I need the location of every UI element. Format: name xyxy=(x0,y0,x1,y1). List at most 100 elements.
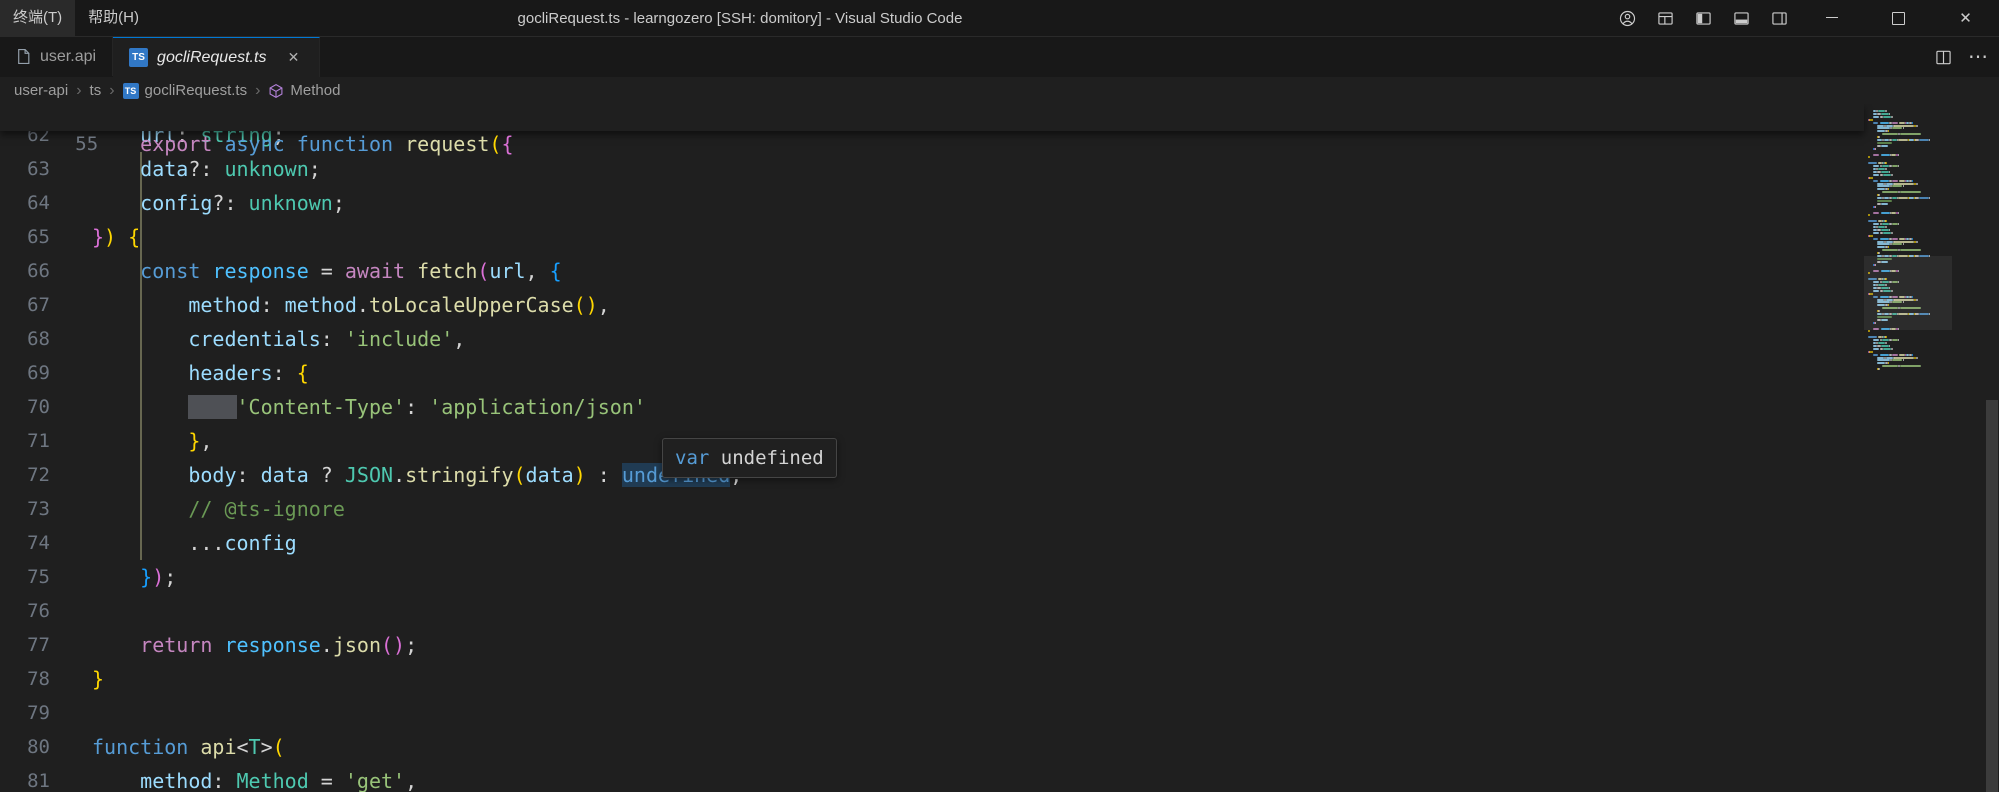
code-token xyxy=(92,395,188,419)
minimap-line xyxy=(1899,180,1905,182)
minimap-line xyxy=(1903,185,1905,187)
line-number[interactable]: 76 xyxy=(0,594,50,628)
minimize-button[interactable] xyxy=(1798,0,1865,36)
code-token: api xyxy=(200,735,236,759)
line-number[interactable]: 78 xyxy=(0,662,50,696)
code-line-81[interactable]: 81 method: Method = 'get', xyxy=(0,764,1860,792)
minimap-line xyxy=(1899,354,1905,356)
line-number[interactable]: 65 xyxy=(0,220,50,254)
account-button[interactable] xyxy=(1608,0,1646,36)
minimap-line xyxy=(1888,130,1890,132)
line-number[interactable]: 67 xyxy=(0,288,50,322)
line-number[interactable]: 79 xyxy=(0,696,50,730)
minimap-line xyxy=(1868,214,1870,216)
minimap-line xyxy=(1873,174,1880,176)
line-number[interactable]: 80 xyxy=(0,730,50,764)
code-token: ?: xyxy=(188,157,224,181)
code-line-66[interactable]: 66 const response = await fetch(url, { xyxy=(0,254,1860,288)
close-button[interactable]: ✕ xyxy=(1932,0,1999,36)
code-token xyxy=(92,157,140,181)
code-line-72[interactable]: 72 body: data ? JSON.stringify(data) : u… xyxy=(0,458,1860,492)
minimap-line xyxy=(1869,119,1871,121)
minimap-line xyxy=(1912,238,1914,240)
code-line-77[interactable]: 77 return response.json(); xyxy=(0,628,1860,662)
split-editor-button[interactable] xyxy=(1935,49,1952,66)
code-token xyxy=(212,633,224,657)
line-number[interactable]: 81 xyxy=(0,764,50,792)
breadcrumb-item-method[interactable]: Method xyxy=(268,82,340,99)
code-line-64[interactable]: 64 config?: unknown; xyxy=(0,186,1860,220)
minimap-line xyxy=(1880,180,1889,182)
minimap-line xyxy=(1885,162,1887,164)
code-line-74[interactable]: 74 ...config xyxy=(0,526,1860,560)
code-line-67[interactable]: 67 method: method.toLocaleUpperCase(), xyxy=(0,288,1860,322)
code-line-73[interactable]: 73 // @ts-ignore xyxy=(0,492,1860,526)
minimap-line xyxy=(1881,345,1889,347)
line-number[interactable]: 77 xyxy=(0,628,50,662)
code-line-68[interactable]: 68 credentials: 'include', xyxy=(0,322,1860,356)
line-number[interactable]: 69 xyxy=(0,356,50,390)
tab-close-icon[interactable]: ✕ xyxy=(283,48,303,68)
line-number[interactable]: 70 xyxy=(0,390,50,424)
code-line-76[interactable]: 76 xyxy=(0,594,1860,628)
minimap-line xyxy=(1873,122,1879,124)
minimap-line xyxy=(1912,122,1914,124)
line-number[interactable]: 66 xyxy=(0,254,50,288)
line-number[interactable]: 72 xyxy=(0,458,50,492)
code-token: ( xyxy=(489,132,501,156)
minimap-line xyxy=(1882,365,1898,367)
chevron-right-icon: › xyxy=(108,82,115,100)
code-line-78[interactable]: 78} xyxy=(0,662,1860,696)
scrollbar-thumb[interactable] xyxy=(1986,400,1998,792)
minimap-line xyxy=(1903,243,1905,245)
menu-help[interactable]: 帮助(H) xyxy=(75,0,152,36)
code-token: } xyxy=(140,565,152,589)
code-token xyxy=(92,429,188,453)
line-number[interactable]: 68 xyxy=(0,322,50,356)
vertical-scrollbar[interactable] xyxy=(1985,104,1999,792)
line-number[interactable]: 64 xyxy=(0,186,50,220)
minimap-line xyxy=(1891,116,1893,118)
code-line-75[interactable]: 75 }); xyxy=(0,560,1860,594)
more-actions-button[interactable]: ⋯ xyxy=(1968,52,1989,62)
toggle-primary-sidebar-button[interactable] xyxy=(1684,0,1722,36)
code-line-71[interactable]: 71 }, xyxy=(0,424,1860,458)
minimap-line xyxy=(1873,232,1880,234)
toggle-secondary-sidebar-button[interactable] xyxy=(1760,0,1798,36)
code-token: method xyxy=(285,293,357,317)
breadcrumb-item-user-api[interactable]: user-api xyxy=(14,82,68,99)
toggle-panel-button[interactable] xyxy=(1722,0,1760,36)
code-token: async xyxy=(224,132,284,156)
minimap-line xyxy=(1875,206,1877,208)
breadcrumb-item-file[interactable]: TS gocliRequest.ts xyxy=(123,82,248,99)
line-number[interactable]: 73 xyxy=(0,492,50,526)
customize-layout-button[interactable] xyxy=(1646,0,1684,36)
minimap-slider[interactable] xyxy=(1864,256,1952,330)
sticky-scroll-line[interactable]: 55export async function request({ xyxy=(0,104,1864,131)
code-token: < xyxy=(237,735,249,759)
minimap-line xyxy=(1883,232,1891,234)
minimap-line xyxy=(1898,154,1900,156)
minimap-line xyxy=(1873,116,1880,118)
minimap-line xyxy=(1873,354,1879,356)
line-number[interactable]: 71 xyxy=(0,424,50,458)
code-line-80[interactable]: 80function api<T>( xyxy=(0,730,1860,764)
toggle-panel-left-icon xyxy=(1695,10,1712,27)
menu-terminal[interactable]: 终端(T) xyxy=(0,0,75,36)
code-line-70[interactable]: 70 'Content-Type': 'application/json' xyxy=(0,390,1860,424)
line-number[interactable]: 75 xyxy=(0,560,50,594)
code-line-65[interactable]: 65}) { xyxy=(0,220,1860,254)
tab-goclirequest-ts[interactable]: TS gocliRequest.ts ✕ xyxy=(113,37,320,77)
line-number[interactable]: 74 xyxy=(0,526,50,560)
minimap-line xyxy=(1929,197,1931,199)
minimap-line xyxy=(1873,165,1880,167)
code-line-79[interactable]: 79 xyxy=(0,696,1860,730)
code-line-69[interactable]: 69 headers: { xyxy=(0,356,1860,390)
symbol-method-icon xyxy=(268,83,284,99)
tab-user-api[interactable]: user.api xyxy=(0,37,113,76)
minimap[interactable] xyxy=(1864,104,1952,792)
code-token: ( xyxy=(477,259,489,283)
breadcrumb-item-ts[interactable]: ts xyxy=(90,82,102,99)
maximize-button[interactable] xyxy=(1865,0,1932,36)
minimap-line xyxy=(1889,113,1891,115)
